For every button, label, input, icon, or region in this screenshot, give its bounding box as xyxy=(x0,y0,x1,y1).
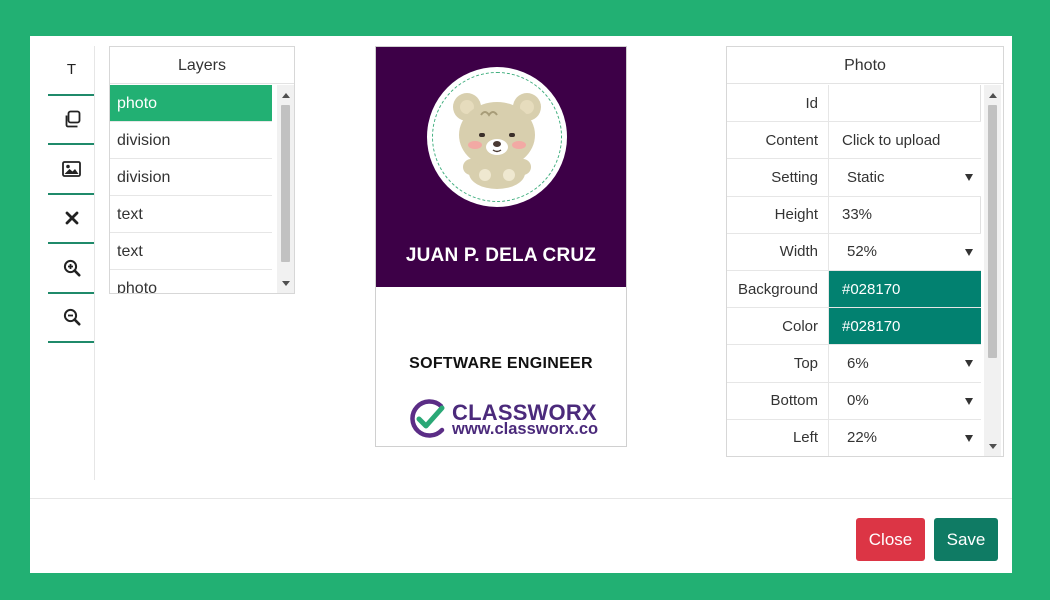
zoom-out-tool[interactable] xyxy=(48,294,95,343)
top-select[interactable]: 6% xyxy=(829,345,981,381)
prop-label: Color xyxy=(727,308,829,345)
tool-column-divider xyxy=(94,46,95,480)
bottom-select[interactable]: 0% xyxy=(829,383,981,419)
prop-row-height: Height 33% xyxy=(727,196,981,234)
image-tool[interactable] xyxy=(48,145,95,195)
setting-select[interactable]: Static xyxy=(829,159,981,195)
prop-label: Content xyxy=(727,122,829,159)
card-title-text[interactable]: SOFTWARE ENGINEER xyxy=(376,355,626,373)
save-button[interactable]: Save xyxy=(934,518,998,561)
scroll-thumb[interactable] xyxy=(281,105,290,262)
prop-label: Height xyxy=(727,196,829,233)
prop-label: Width xyxy=(727,233,829,270)
height-field[interactable]: 33% xyxy=(829,196,981,233)
copy-icon xyxy=(63,110,81,128)
layer-item[interactable]: division xyxy=(110,122,272,159)
prop-label: Bottom xyxy=(727,382,829,419)
properties-panel: Photo Id Content Click to upload Setting… xyxy=(726,46,1004,457)
logo-check-icon xyxy=(410,399,445,438)
color-picker[interactable]: #028170 xyxy=(829,308,981,345)
prop-label: Left xyxy=(727,419,829,456)
select-value: 52% xyxy=(847,243,878,261)
close-icon xyxy=(65,211,79,225)
select-value: 22% xyxy=(847,429,878,447)
card-header-division[interactable]: JUAN P. DELA CRUZ xyxy=(376,47,626,287)
close-button[interactable]: Close xyxy=(856,518,925,561)
select-value: Static xyxy=(847,168,885,186)
prop-row-bottom: Bottom 0% xyxy=(727,382,981,420)
chevron-down-icon xyxy=(965,397,973,405)
tool-column: T xyxy=(48,46,95,343)
image-icon xyxy=(62,160,81,177)
duplicate-tool[interactable] xyxy=(48,96,95,145)
layer-item[interactable]: photo xyxy=(110,85,272,122)
layers-scrollbar[interactable] xyxy=(277,85,294,293)
photo-frame[interactable] xyxy=(427,67,567,207)
scroll-up-icon[interactable] xyxy=(277,87,294,103)
properties-rows: Id Content Click to upload Setting Stati… xyxy=(727,85,981,456)
chevron-down-icon xyxy=(965,360,973,368)
bear-avatar-image xyxy=(453,93,541,189)
scroll-up-icon[interactable] xyxy=(984,87,1001,103)
id-card-preview: JUAN P. DELA CRUZ SOFTWARE ENGINEER CLAS… xyxy=(375,46,627,447)
prop-label: Setting xyxy=(727,159,829,196)
layer-item[interactable]: photo xyxy=(110,270,272,293)
prop-row-id: Id xyxy=(727,85,981,123)
logo-url: www.classworx.co xyxy=(452,420,599,438)
zoom-out-icon xyxy=(63,308,81,326)
text-icon: T xyxy=(66,61,77,79)
text-tool[interactable]: T xyxy=(48,46,95,96)
properties-scrollbar[interactable] xyxy=(984,85,1001,456)
chevron-down-icon xyxy=(965,248,973,256)
scroll-thumb[interactable] xyxy=(988,105,997,358)
upload-link[interactable]: Click to upload xyxy=(829,122,981,158)
prop-label: Top xyxy=(727,345,829,382)
prop-row-background: Background #028170 xyxy=(727,270,981,309)
prop-row-content: Content Click to upload xyxy=(727,122,981,160)
prop-row-top: Top 6% xyxy=(727,345,981,383)
layers-panel: Layers photo division division text text… xyxy=(109,46,295,294)
layer-item[interactable]: text xyxy=(110,196,272,233)
zoom-in-tool[interactable] xyxy=(48,244,95,294)
id-field[interactable] xyxy=(829,85,981,122)
scroll-down-icon[interactable] xyxy=(984,438,1001,454)
prop-label: Background xyxy=(727,270,829,308)
card-name-text[interactable]: JUAN P. DELA CRUZ xyxy=(376,245,626,267)
layer-item[interactable]: division xyxy=(110,159,272,196)
left-select[interactable]: 22% xyxy=(829,420,981,456)
select-value: 0% xyxy=(847,392,869,410)
footer-divider xyxy=(30,498,1012,499)
prop-row-color: Color #028170 xyxy=(727,308,981,346)
zoom-in-icon xyxy=(63,259,81,277)
scroll-down-icon[interactable] xyxy=(277,275,294,291)
prop-row-left: Left 22% xyxy=(727,419,981,456)
photo-border xyxy=(432,72,562,202)
layer-item[interactable]: text xyxy=(110,233,272,270)
badge-editor-modal: T Layers photo division division text te… xyxy=(30,36,1012,573)
chevron-down-icon xyxy=(965,434,973,442)
width-select[interactable]: 52% xyxy=(829,234,981,270)
layers-title: Layers xyxy=(110,47,294,84)
chevron-down-icon xyxy=(965,174,973,182)
prop-label: Id xyxy=(727,85,829,122)
delete-tool[interactable] xyxy=(48,195,95,244)
layers-list: photo division division text text photo xyxy=(110,85,272,293)
prop-row-setting: Setting Static xyxy=(727,159,981,197)
classworx-logo[interactable]: CLASSWORX www.classworx.co xyxy=(408,399,598,439)
properties-title: Photo xyxy=(727,47,1003,84)
background-color-picker[interactable]: #028170 xyxy=(829,270,981,308)
select-value: 6% xyxy=(847,354,869,372)
prop-row-width: Width 52% xyxy=(727,233,981,271)
